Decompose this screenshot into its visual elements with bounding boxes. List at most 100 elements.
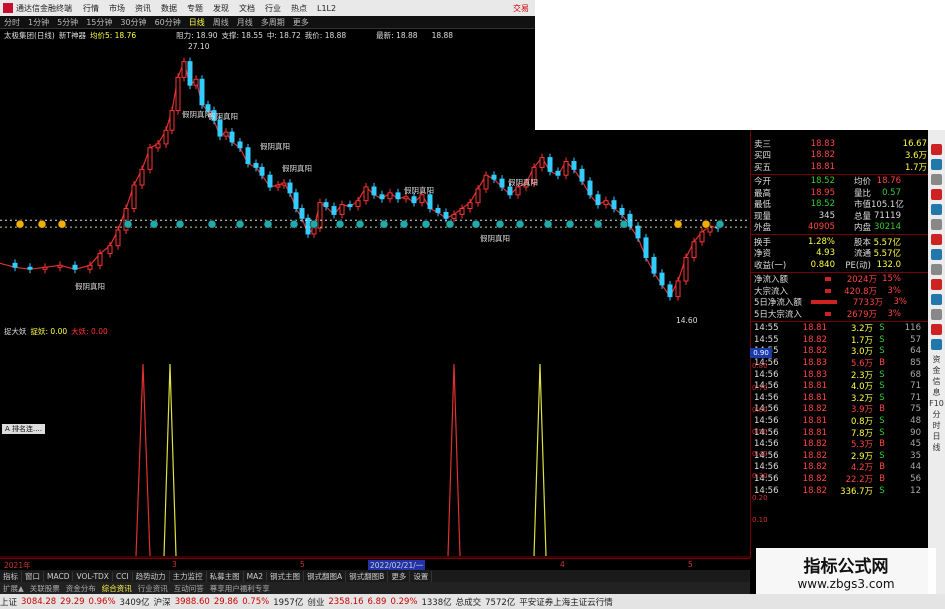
quote-size: 1.7万	[904, 162, 927, 173]
tab-steel-a[interactable]: 钢式翻图A	[304, 570, 347, 582]
tab-trend-power[interactable]: 趋势动力	[133, 570, 170, 582]
candle-body	[12, 262, 18, 268]
trade-row: 14:55 18.82 1.7万 S 57	[751, 334, 928, 346]
trade-side: S	[879, 323, 885, 334]
tab-window[interactable]: 窗口	[22, 570, 44, 582]
side-tool-icon[interactable]	[931, 279, 942, 290]
menu-docs[interactable]: 文档	[239, 3, 255, 14]
menu-industry[interactable]: 行业	[265, 3, 281, 14]
side-tool-icon[interactable]	[931, 204, 942, 215]
latest-value-2: 18.88	[431, 30, 454, 40]
stat2-value-2: 5.57亿	[873, 237, 901, 248]
tab-steel-b[interactable]: 钢式翻图B	[346, 570, 389, 582]
sub-tick-label: 0.60	[752, 406, 768, 414]
candle-body	[245, 147, 251, 164]
candle-body	[459, 208, 465, 215]
side-tool-icon[interactable]	[931, 234, 942, 245]
trade-row: 14:55 18.81 3.2万 S 116	[751, 323, 928, 334]
tab-vol-tdx[interactable]: VOL-TDX	[73, 571, 113, 581]
tab-macd[interactable]: MACD	[44, 571, 74, 581]
stock-name: 太极集团(日线)	[4, 30, 55, 40]
side-tab-char[interactable]: 息	[928, 387, 945, 398]
tab-more[interactable]: 更多	[388, 570, 411, 582]
trade-count: 35	[910, 450, 921, 461]
side-tool-icon[interactable]	[931, 264, 942, 275]
menu-discover[interactable]: 发现	[213, 3, 229, 14]
tab-qa[interactable]: 互动问答	[171, 583, 207, 594]
tab-cci[interactable]: CCI	[113, 571, 133, 581]
side-tool-icon[interactable]	[931, 219, 942, 230]
trade-side: B	[879, 462, 885, 473]
candle-body	[147, 147, 153, 170]
menu-data[interactable]: 数据	[161, 3, 177, 14]
period-weekly[interactable]: 周线	[213, 17, 229, 28]
tab-steel-main[interactable]: 钢式主图	[267, 570, 305, 582]
tab-related-stocks[interactable]: 关联股票	[27, 583, 63, 594]
sub-indicator-chart[interactable]	[0, 336, 750, 558]
period-multi[interactable]: 多周期	[261, 17, 285, 28]
flow-row: 大宗流入 420.8万 3%	[751, 285, 928, 297]
sub-tick-label: 0.10	[752, 516, 768, 524]
period-more[interactable]: 更多	[293, 17, 309, 28]
side-tab-char[interactable]: 信	[928, 376, 945, 387]
period-60min[interactable]: 60分钟	[155, 17, 181, 28]
tab-composite-news[interactable]: 综合资讯	[99, 583, 135, 594]
period-intraday[interactable]: 分时	[4, 17, 20, 28]
side-tab-char[interactable]: 日	[928, 431, 945, 442]
trade-button[interactable]: 交易	[513, 3, 529, 14]
side-tool-icon[interactable]	[931, 144, 942, 155]
tab-expand[interactable]: 扩展▲	[0, 583, 27, 594]
tab-private-main[interactable]: 私募主图	[207, 570, 244, 582]
tab-main-monitor[interactable]: 主力监控	[170, 570, 207, 582]
candlestick-chart[interactable]: 27.1014.60假阴真阳假阴真阳假阴真阳假阴真阳假阴真阳假阴真阳假阴真阳假阴…	[0, 41, 750, 326]
side-tool-icon[interactable]	[931, 309, 942, 320]
side-tab-char[interactable]: 分	[928, 409, 945, 420]
side-tab-char[interactable]: 时	[928, 420, 945, 431]
menu-quotes[interactable]: 行情	[83, 3, 99, 14]
status-item: 沪深	[153, 597, 171, 608]
side-tool-icon[interactable]	[931, 159, 942, 170]
candle-body	[199, 78, 205, 106]
side-tab-char[interactable]: 线	[928, 442, 945, 453]
candle-body	[371, 186, 377, 196]
tab-indicator[interactable]: 指标	[0, 570, 22, 582]
side-tool-icon[interactable]	[931, 324, 942, 335]
menu-market[interactable]: 市场	[109, 3, 125, 14]
period-monthly[interactable]: 月线	[237, 17, 253, 28]
period-1min[interactable]: 1分钟	[28, 17, 49, 28]
side-tool-icon[interactable]	[931, 189, 942, 200]
side-tool-icon[interactable]	[931, 174, 942, 185]
trade-price: 18.81	[802, 392, 827, 403]
side-tool-icon[interactable]	[931, 339, 942, 350]
period-5min[interactable]: 5分钟	[57, 17, 78, 28]
signal-dot	[289, 219, 299, 229]
side-tool-icon[interactable]	[931, 249, 942, 260]
side-tab-char[interactable]: F10	[928, 398, 945, 409]
trade-volume: 5.3万	[850, 440, 873, 451]
candle-body	[635, 225, 641, 239]
tab-settings[interactable]: 设置	[410, 570, 433, 582]
menu-l1l2[interactable]: L1L2	[317, 4, 336, 13]
menu-news[interactable]: 资讯	[135, 3, 151, 14]
signal-dot	[619, 219, 629, 229]
tab-fund-distribution[interactable]: 资金分布	[63, 583, 99, 594]
ranking-overlay-button[interactable]: A 排名连....	[2, 424, 45, 434]
menu-hotspot[interactable]: 热点	[291, 3, 307, 14]
tab-ma2[interactable]: MA2	[244, 571, 268, 581]
candle-body	[659, 272, 665, 286]
tab-vip-benefits[interactable]: 尊享用户福利专享	[207, 583, 273, 594]
side-tab-char[interactable]: 资	[928, 354, 945, 365]
sub-indicator-name[interactable]: 捉大妖	[4, 326, 27, 337]
side-tool-icon[interactable]	[931, 294, 942, 305]
candle-body	[467, 202, 473, 210]
trade-count: 116	[904, 323, 921, 334]
side-tab-char[interactable]: 金	[928, 365, 945, 376]
candle-body	[475, 188, 481, 204]
menu-topic[interactable]: 专题	[187, 3, 203, 14]
period-30min[interactable]: 30分钟	[120, 17, 146, 28]
indicator-name[interactable]: 新T神器	[59, 30, 86, 41]
side-tab-strip: 资金信息 F10 分时日线	[928, 130, 945, 594]
tab-industry-news[interactable]: 行业资讯	[135, 583, 171, 594]
period-daily[interactable]: 日线	[189, 17, 205, 28]
period-15min[interactable]: 15分钟	[86, 17, 112, 28]
